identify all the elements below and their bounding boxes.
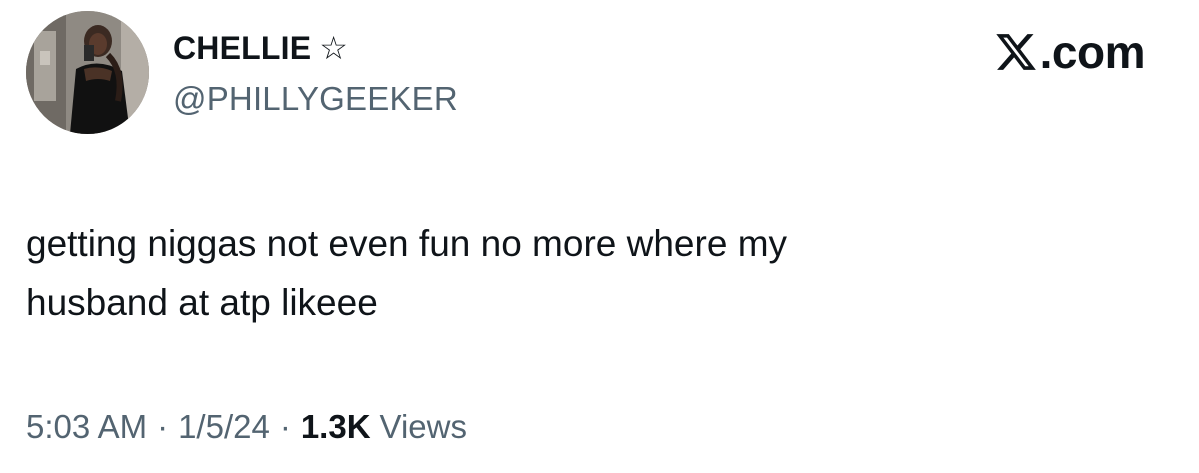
author-display-name[interactable]: CHELLIE xyxy=(173,30,311,67)
author-handle[interactable]: @PHILLYGEEKER xyxy=(173,80,458,118)
meta-separator: · xyxy=(157,408,169,445)
star-outline-icon: ☆ xyxy=(319,29,348,67)
avatar[interactable] xyxy=(26,11,149,134)
tweet-text-line-2: husband at atp likeee xyxy=(26,282,378,323)
views-count[interactable]: 1.3K xyxy=(301,408,371,446)
avatar-photo xyxy=(26,11,149,134)
brand-label: .com xyxy=(1039,26,1146,78)
tweet-time[interactable]: 5:03 AM xyxy=(26,408,147,446)
views-label: Views xyxy=(379,408,467,445)
tweet-meta: 5:03 AM · 1/5/24 · 1.3K Views xyxy=(26,408,467,446)
tweet-text: getting niggas not even fun no more wher… xyxy=(26,214,1126,332)
tweet-card: CHELLIE ☆ @PHILLYGEEKER .com getting nig… xyxy=(0,0,1199,473)
tweet-date[interactable]: 1/5/24 xyxy=(178,408,270,446)
x-logo-icon xyxy=(995,34,1036,70)
brand-watermark: .com xyxy=(994,26,1146,78)
author-name-row[interactable]: CHELLIE ☆ xyxy=(173,28,348,68)
tweet-text-line-1: getting niggas not even fun no more wher… xyxy=(26,223,788,264)
meta-separator: · xyxy=(279,408,291,445)
